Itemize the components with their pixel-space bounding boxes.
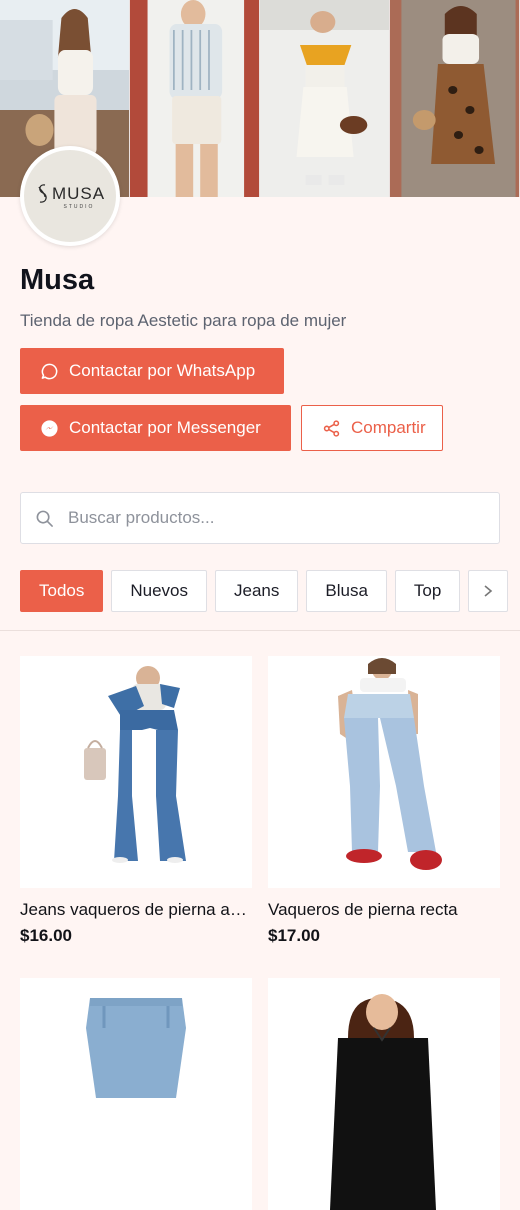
- product-price: $17.00: [268, 926, 320, 945]
- category-chip-jeans[interactable]: Jeans: [215, 570, 299, 612]
- category-chip-top[interactable]: Top: [394, 570, 461, 612]
- product-card[interactable]: Vaqueros de pierna recta $17.00: [268, 656, 500, 946]
- whatsapp-button-label: Contactar por WhatsApp: [69, 361, 256, 380]
- category-chip-nuevos[interactable]: Nuevos: [111, 570, 208, 612]
- messenger-icon: [41, 419, 58, 437]
- search-input[interactable]: [66, 507, 485, 529]
- product-price: $16.00: [20, 926, 72, 945]
- chevron-right-icon: [484, 585, 493, 597]
- messenger-contact-button[interactable]: Contactar por Messenger: [20, 405, 291, 451]
- cover-photo: [390, 0, 520, 197]
- product-search[interactable]: [20, 492, 500, 544]
- store-name: Musa: [20, 264, 95, 296]
- product-image[interactable]: [20, 978, 252, 1210]
- product-card[interactable]: [268, 978, 500, 1210]
- category-chip-blusa[interactable]: Blusa: [306, 570, 387, 612]
- product-image[interactable]: [20, 656, 252, 888]
- product-name[interactable]: Vaqueros de pierna recta: [268, 900, 500, 920]
- product-name[interactable]: Jeans vaqueros de pierna acampanada: [20, 900, 252, 920]
- share-icon: [323, 419, 340, 437]
- section-divider: [0, 630, 520, 631]
- share-button-label: Compartir: [351, 418, 426, 437]
- cover-photo: [260, 0, 390, 197]
- category-chip-todos[interactable]: Todos: [20, 570, 104, 612]
- cover-photo: [130, 0, 260, 197]
- musa-logo-icon: [38, 184, 47, 203]
- store-logo: MUSA STUDIO: [24, 150, 116, 242]
- product-image[interactable]: [268, 656, 500, 888]
- messenger-button-label: Contactar por Messenger: [69, 418, 261, 437]
- store-description: Tienda de ropa Aestetic para ropa de muj…: [20, 311, 347, 330]
- logo-subtext: STUDIO: [63, 204, 95, 210]
- whatsapp-chat-icon: [41, 363, 58, 379]
- store-avatar: MUSA STUDIO: [20, 146, 120, 246]
- product-image[interactable]: [268, 978, 500, 1210]
- search-icon: [36, 510, 53, 527]
- scroll-categories-button[interactable]: [468, 570, 509, 612]
- whatsapp-contact-button[interactable]: Contactar por WhatsApp: [20, 348, 284, 394]
- product-card[interactable]: [20, 978, 252, 1210]
- logo-text: MUSA: [51, 184, 106, 203]
- product-card[interactable]: Jeans vaqueros de pierna acampanada $16.…: [20, 656, 252, 946]
- share-button[interactable]: Compartir: [301, 405, 443, 451]
- category-filter-bar: Todos Nuevos Jeans Blusa Top: [20, 570, 520, 612]
